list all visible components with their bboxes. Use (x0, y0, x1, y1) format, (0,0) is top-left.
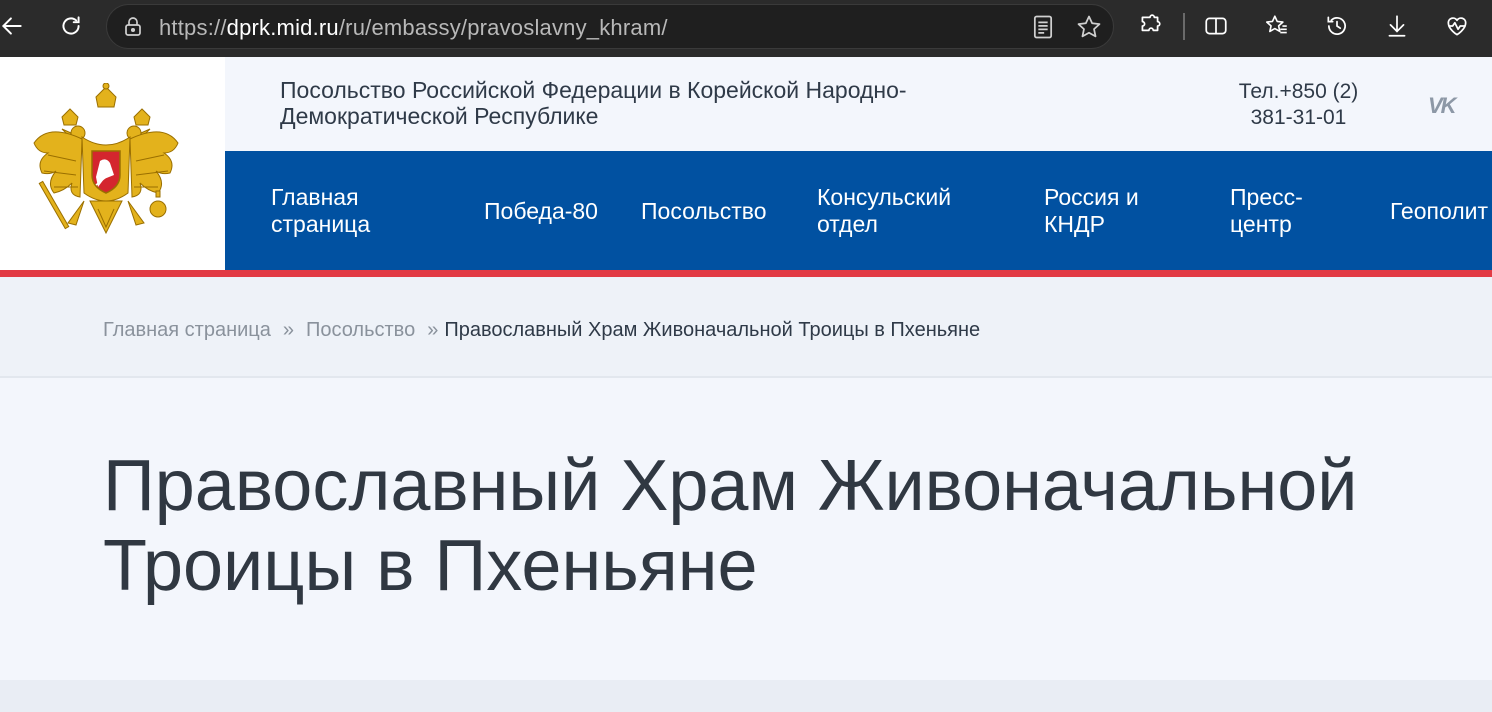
downloads-icon (1388, 15, 1406, 37)
page-title: Православный Храм Живоначальной Троицы в… (103, 446, 1358, 606)
extensions-icon (1141, 14, 1161, 32)
nav-item-consular[interactable]: Консульский отдел (817, 151, 987, 271)
breadcrumb-embassy[interactable]: Посольство (306, 319, 415, 341)
nav-item-russia-dprk[interactable]: Россия и КНДР (1044, 151, 1184, 271)
site-header: Посольство Российской Федерации в Корейс… (0, 57, 1492, 271)
split-screen-button[interactable] (1196, 8, 1236, 44)
nav-item-embassy[interactable]: Посольство (641, 151, 767, 271)
url-host: dprk.mid.ru (226, 15, 339, 40)
embassy-name: Посольство Российской Федерации в Корейс… (280, 77, 907, 129)
reload-button[interactable] (51, 8, 91, 44)
vk-icon[interactable]: VK (1428, 93, 1457, 119)
favorites-button[interactable] (1257, 8, 1297, 44)
address-bar[interactable]: https://dprk.mid.ru/ru/embassy/pravoslav… (106, 4, 1114, 49)
url-scheme: https:// (159, 15, 227, 40)
phone-number[interactable]: Тел.+850 (2) 381-31-01 (1226, 79, 1371, 131)
health-icon (1447, 17, 1467, 36)
breadcrumb-current: Православный Храм Живоначальной Троицы в… (444, 319, 981, 341)
extensions-button[interactable] (1130, 8, 1170, 44)
history-icon (1327, 16, 1346, 35)
nav-item-home[interactable]: Главная страница (271, 151, 421, 271)
downloads-button[interactable] (1377, 8, 1417, 44)
url-text[interactable]: https://dprk.mid.ru/ru/embassy/pravoslav… (159, 15, 668, 41)
favorites-icon (1266, 15, 1287, 34)
back-button[interactable] (0, 8, 32, 44)
main-navigation: Главная страница Победа-80 Посольство Ко… (225, 151, 1492, 271)
phone-line-1: Тел.+850 (2) (1238, 80, 1359, 103)
nav-item-geopolitics[interactable]: Геополит (1390, 151, 1488, 271)
breadcrumb-home[interactable]: Главная страница (103, 319, 271, 341)
breadcrumb-separator: » (282, 319, 295, 341)
url-path: /ru/embassy/pravoslavny_khram/ (338, 15, 668, 40)
toolbar-separator (1183, 13, 1185, 40)
split-screen-icon (1205, 17, 1227, 35)
reload-icon (62, 16, 80, 35)
content-area (0, 680, 1492, 712)
lock-icon[interactable] (121, 15, 145, 39)
breadcrumb-separator: » (427, 319, 439, 341)
phone-line-2: 381-31-01 (1250, 106, 1347, 129)
back-icon (1, 17, 22, 35)
reader-view-icon[interactable] (1029, 13, 1057, 41)
coat-of-arms-icon (33, 83, 179, 235)
health-button[interactable] (1437, 8, 1477, 44)
nav-item-pobeda-80[interactable]: Победа-80 (484, 151, 598, 271)
header-accent-line (0, 270, 1492, 277)
breadcrumb: Главная страница» Посольство» Православный… (103, 319, 980, 342)
browser-toolbar: https://dprk.mid.ru/ru/embassy/pravoslav… (0, 0, 1492, 57)
logo-link[interactable] (0, 57, 225, 271)
history-button[interactable] (1317, 8, 1357, 44)
favorite-star-icon[interactable] (1075, 13, 1103, 41)
nav-item-press-center[interactable]: Пресс-центр (1230, 151, 1340, 271)
